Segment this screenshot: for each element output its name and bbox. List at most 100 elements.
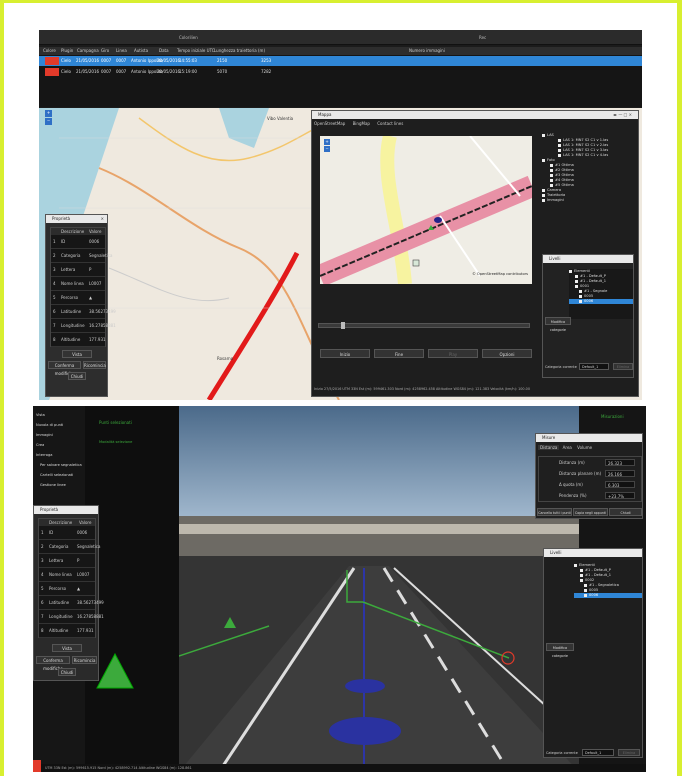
play-button[interactable]: Play bbox=[428, 349, 478, 358]
row-value[interactable]: 38.56273499 bbox=[89, 305, 116, 319]
properties-row[interactable]: 7 Longitudine 16.27858881 bbox=[39, 610, 104, 624]
checkbox-icon[interactable] bbox=[558, 148, 561, 152]
col-lunghezza[interactable]: Lunghezza traiettoria (m) bbox=[214, 47, 265, 55]
properties-row[interactable]: 1 ID 0006 bbox=[39, 526, 95, 540]
reset-button[interactable]: Ricomincia bbox=[83, 361, 106, 369]
checkbox-icon[interactable] bbox=[584, 588, 587, 592]
slider-handle[interactable] bbox=[341, 322, 345, 329]
row-value[interactable]: L0007 bbox=[77, 568, 89, 582]
measure-close-button[interactable]: Chiudi bbox=[609, 508, 642, 516]
checkbox-icon[interactable] bbox=[580, 573, 583, 577]
checkbox-icon[interactable] bbox=[542, 158, 545, 162]
row-value[interactable]: ▲ bbox=[77, 582, 80, 596]
delete-button[interactable]: Elimina bbox=[618, 749, 640, 756]
close-button[interactable]: Chiudi bbox=[68, 372, 86, 380]
properties-row[interactable]: 1 ID 0006 bbox=[51, 235, 105, 249]
properties-row[interactable]: 3 Lettera P bbox=[51, 263, 105, 277]
checkbox-icon[interactable] bbox=[580, 578, 583, 582]
checkbox-icon[interactable] bbox=[575, 279, 578, 283]
properties-row[interactable]: 6 Latitudine 38.56273499 bbox=[39, 596, 104, 610]
properties-row[interactable]: 5 Percorso ▲ bbox=[51, 291, 105, 305]
checkbox-icon[interactable] bbox=[550, 168, 553, 172]
tab-bingmap[interactable]: BingMap bbox=[353, 121, 370, 126]
table-row[interactable]: Cielo 21/05/2016 0007 0007 Antonio Ippol… bbox=[39, 56, 642, 66]
table-row[interactable]: Cielo 21/05/2016 0007 0007 Antonio Ippol… bbox=[39, 67, 642, 77]
checkbox-icon[interactable] bbox=[579, 294, 582, 298]
checkbox-icon[interactable] bbox=[550, 183, 553, 187]
clear-points-button[interactable]: Cancella tutti i punti bbox=[537, 508, 572, 516]
checkbox-icon[interactable] bbox=[558, 143, 561, 147]
selected-points-tab[interactable]: Punti selezionati bbox=[99, 420, 132, 425]
col-linea[interactable]: Linea bbox=[116, 47, 127, 55]
properties-row[interactable]: 2 Categoria Segnaletica bbox=[39, 540, 100, 554]
checkbox-icon[interactable] bbox=[579, 289, 582, 293]
row-value[interactable]: 0006 bbox=[89, 235, 99, 249]
properties-row[interactable]: 7 Longitudine 16.27858881 bbox=[51, 319, 116, 333]
zoom-out-button[interactable]: − bbox=[45, 118, 52, 125]
checkbox-icon[interactable] bbox=[584, 583, 587, 587]
row-value[interactable]: 177.931 bbox=[89, 333, 106, 347]
close-button[interactable]: Chiudi bbox=[58, 668, 76, 676]
delete-button[interactable]: Elimina bbox=[613, 363, 633, 370]
properties-row[interactable]: 3 Lettera P bbox=[39, 554, 95, 568]
layer-item[interactable]: 0006 bbox=[569, 299, 633, 304]
timeline-slider[interactable] bbox=[318, 322, 530, 329]
start-button[interactable]: Inizio bbox=[320, 349, 370, 358]
menu-item[interactable]: Immagini bbox=[36, 430, 82, 440]
checkbox-icon[interactable] bbox=[542, 133, 545, 137]
col-colore[interactable]: Colore bbox=[43, 47, 56, 55]
checkbox-icon[interactable] bbox=[558, 153, 561, 157]
properties-row[interactable]: 6 Latitudine 38.56273499 bbox=[51, 305, 116, 319]
properties-row[interactable]: 8 Altitudine 177.931 bbox=[39, 624, 95, 638]
map-zoom-out-button[interactable]: − bbox=[324, 146, 330, 152]
properties-row[interactable]: 4 Nome linea L0007 bbox=[39, 568, 95, 582]
properties-row[interactable]: 5 Percorso ▲ bbox=[39, 582, 95, 596]
menu-item[interactable]: Vista bbox=[36, 410, 82, 420]
current-category-input[interactable]: Default_1 bbox=[579, 363, 609, 370]
col-giro[interactable]: Giro bbox=[101, 47, 109, 55]
edit-categories-button[interactable]: Modifica categorie bbox=[545, 317, 571, 332]
window-controls[interactable]: ◂▸ — □ × bbox=[613, 112, 632, 117]
checkbox-icon[interactable] bbox=[580, 568, 583, 572]
menu-item[interactable]: Nuvola di punti bbox=[36, 420, 82, 430]
tab-distanza[interactable]: Distanza bbox=[538, 445, 560, 450]
selection-mode-tab[interactable]: Modalità selezione bbox=[99, 440, 132, 444]
street-map-view[interactable]: + − © OpenStreetMap contributors bbox=[320, 136, 532, 284]
row-value[interactable]: ▲ bbox=[89, 291, 92, 305]
row-value[interactable]: 38.56273499 bbox=[77, 596, 104, 610]
tab-area[interactable]: Area bbox=[561, 445, 574, 450]
point-cloud-view[interactable] bbox=[179, 406, 579, 772]
properties-row[interactable]: 8 Altitudine 177.931 bbox=[51, 333, 106, 347]
row-value[interactable]: 16.27858881 bbox=[89, 319, 116, 333]
checkbox-icon[interactable] bbox=[574, 563, 577, 567]
properties-close-icon[interactable]: × bbox=[101, 216, 104, 221]
checkbox-icon[interactable] bbox=[575, 274, 578, 278]
row-value[interactable]: 16.27858881 bbox=[77, 610, 104, 624]
menu-item[interactable]: Gestione linee bbox=[36, 480, 82, 490]
col-autista[interactable]: Autista bbox=[134, 47, 148, 55]
checkbox-icon[interactable] bbox=[575, 284, 578, 288]
col-data[interactable]: Data bbox=[159, 47, 169, 55]
checkbox-icon[interactable] bbox=[584, 593, 587, 597]
checkbox-icon[interactable] bbox=[550, 163, 553, 167]
menu-item[interactable]: Interroga bbox=[36, 450, 82, 460]
map-zoom-in-button[interactable]: + bbox=[324, 139, 330, 145]
menu-item[interactable]: Per salvare segnaletica verticale bbox=[36, 460, 82, 470]
row-value[interactable]: 0006 bbox=[77, 526, 87, 540]
checkbox-icon[interactable] bbox=[550, 173, 553, 177]
row-value[interactable]: L0007 bbox=[89, 277, 101, 291]
checkbox-icon[interactable] bbox=[550, 178, 553, 182]
checkbox-icon[interactable] bbox=[579, 299, 582, 303]
confirm-button[interactable]: Conferma modifiche bbox=[36, 656, 70, 671]
tab-volume[interactable]: Volume bbox=[575, 445, 594, 450]
row-value[interactable]: P bbox=[77, 554, 79, 568]
row-value[interactable]: P bbox=[89, 263, 91, 277]
current-category-input[interactable]: Default_1 bbox=[582, 749, 614, 756]
reset-button[interactable]: Ricomincia bbox=[72, 656, 97, 664]
tab-contact-lines[interactable]: Contact lines bbox=[377, 121, 403, 126]
checkbox-icon[interactable] bbox=[542, 198, 545, 202]
col-campagna[interactable]: Campagna bbox=[77, 47, 99, 55]
col-immagini[interactable]: Numero immagini bbox=[409, 47, 445, 55]
zoom-in-button[interactable]: + bbox=[45, 110, 52, 117]
menu-item[interactable]: Cartelli selezionati bbox=[36, 470, 82, 480]
